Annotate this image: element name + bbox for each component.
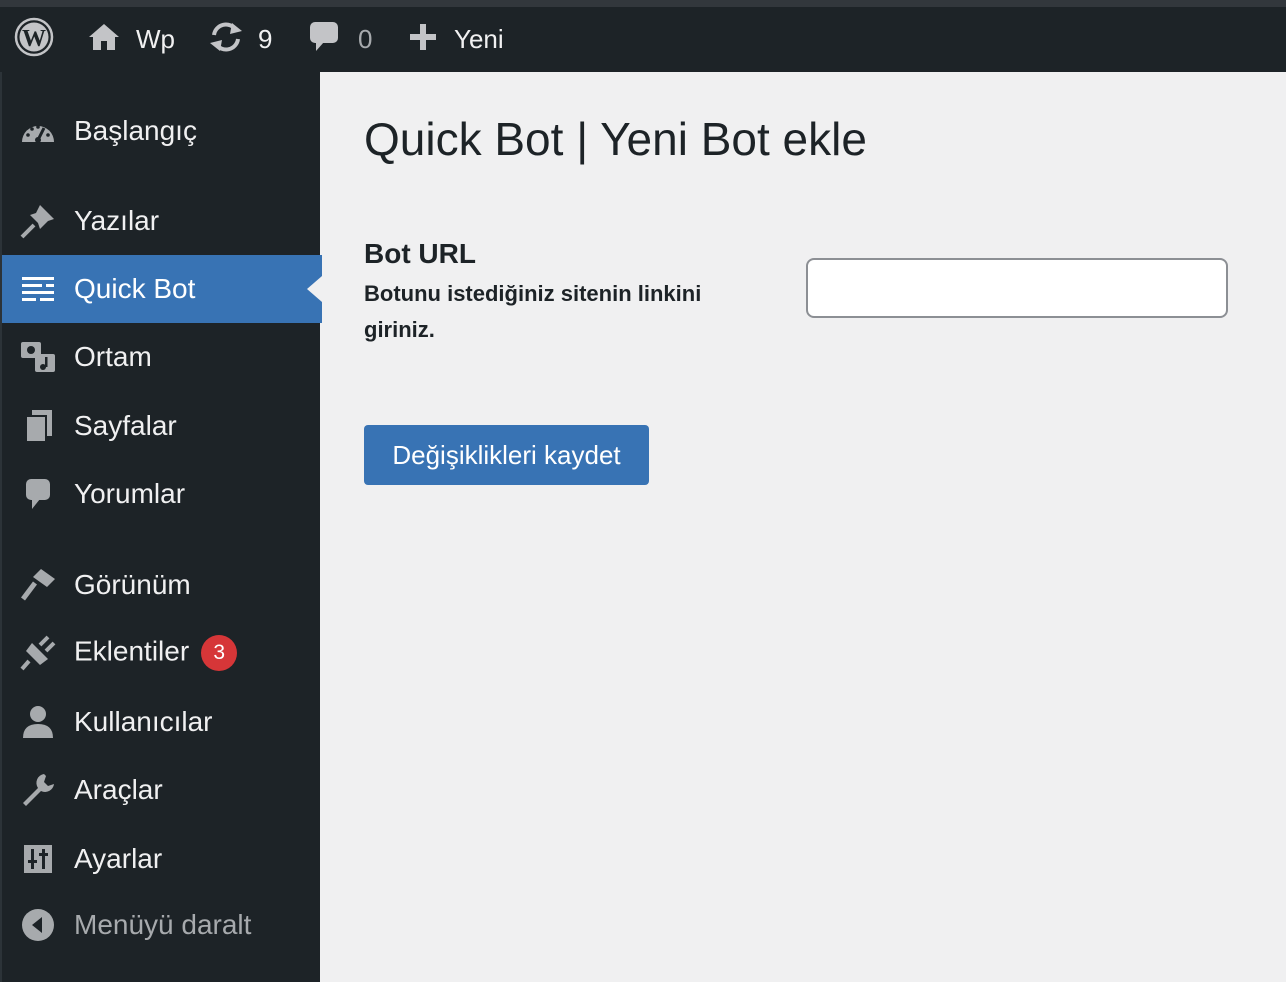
sidebar-item-label: Sayfalar: [74, 410, 177, 441]
save-changes-button[interactable]: Değişiklikleri kaydet: [364, 425, 649, 485]
admin-bar: W Wp 9 0 Yeni: [0, 0, 1286, 72]
new-content-link[interactable]: Yeni: [408, 7, 504, 72]
refresh-icon: [208, 21, 244, 58]
comments-count: 0: [358, 24, 373, 54]
text-lines-icon: [18, 269, 58, 309]
page-title: Quick Bot | Yeni Bot ekle: [364, 113, 867, 165]
sidebar-item-label: Eklentiler 3: [74, 635, 238, 671]
main-content: Quick Bot | Yeni Bot ekle Bot URL Botunu…: [320, 72, 1286, 982]
updates-link[interactable]: 9: [208, 7, 272, 72]
comment-icon: [18, 474, 58, 514]
sidebar-item-label: Ayarlar: [74, 843, 163, 874]
sidebar-item-users[interactable]: Kullanıcılar: [2, 688, 322, 756]
site-name: Wp: [136, 24, 175, 54]
sidebar-item-dashboard[interactable]: Başlangıç: [2, 97, 322, 165]
sidebar-item-label: Görünüm: [74, 569, 191, 600]
wordpress-logo-icon: W: [14, 17, 54, 62]
pin-icon: [18, 201, 58, 241]
dashboard-icon: [18, 111, 58, 151]
sidebar-item-appearance[interactable]: Görünüm: [2, 551, 322, 619]
updates-count: 9: [258, 24, 273, 54]
new-label: Yeni: [454, 24, 504, 54]
sidebar-item-label-text: Eklentiler: [74, 635, 190, 667]
sidebar-item-plugins[interactable]: Eklentiler 3: [2, 619, 322, 687]
sidebar-item-pages[interactable]: Sayfalar: [2, 392, 322, 460]
wrench-icon: [18, 770, 58, 810]
bot-url-input[interactable]: [806, 258, 1228, 318]
sidebar-item-quick-bot[interactable]: Quick Bot: [2, 255, 322, 323]
sidebar-item-label: Ortam: [74, 341, 152, 372]
bot-url-description: Botunu istediğiniz sitenin linkini girin…: [364, 281, 702, 342]
pages-icon: [18, 406, 58, 446]
admin-sidebar: Başlangıç Yazılar Quick Bot Ortam Sayfal…: [0, 72, 322, 982]
user-icon: [18, 702, 58, 742]
site-name-link[interactable]: Wp: [88, 7, 175, 72]
sidebar-item-tools[interactable]: Araçlar: [2, 756, 322, 824]
sidebar-item-label: Araçlar: [74, 774, 163, 805]
comments-link[interactable]: 0: [308, 7, 372, 72]
wordpress-logo-link[interactable]: W: [14, 7, 54, 72]
update-count-badge: 3: [201, 635, 238, 671]
collapse-menu-label: Menüyü daralt: [74, 909, 252, 940]
collapse-arrow-icon: [18, 905, 58, 945]
home-icon: [88, 22, 120, 57]
sidebar-item-comments[interactable]: Yorumlar: [2, 460, 322, 528]
sidebar-item-label: Yazılar: [74, 205, 160, 236]
plugin-icon: [18, 633, 58, 673]
brush-icon: [18, 565, 58, 605]
sidebar-item-media[interactable]: Ortam: [2, 323, 322, 391]
sidebar-item-settings[interactable]: Ayarlar: [2, 825, 322, 893]
sidebar-item-label: Yorumlar: [74, 478, 186, 509]
sidebar-item-label: Kullanıcılar: [74, 706, 213, 737]
settings-sliders-icon: [18, 839, 58, 879]
sidebar-item-label: Başlangıç: [74, 115, 197, 146]
bot-url-label: Bot URL: [364, 238, 476, 269]
svg-text:W: W: [22, 26, 46, 52]
sidebar-item-label: Quick Bot: [74, 273, 196, 304]
sidebar-item-posts[interactable]: Yazılar: [2, 187, 322, 255]
comment-icon: [308, 20, 340, 59]
collapse-menu-button[interactable]: Menüyü daralt: [2, 891, 322, 959]
media-icon: [18, 337, 58, 377]
plus-icon: [408, 22, 438, 57]
